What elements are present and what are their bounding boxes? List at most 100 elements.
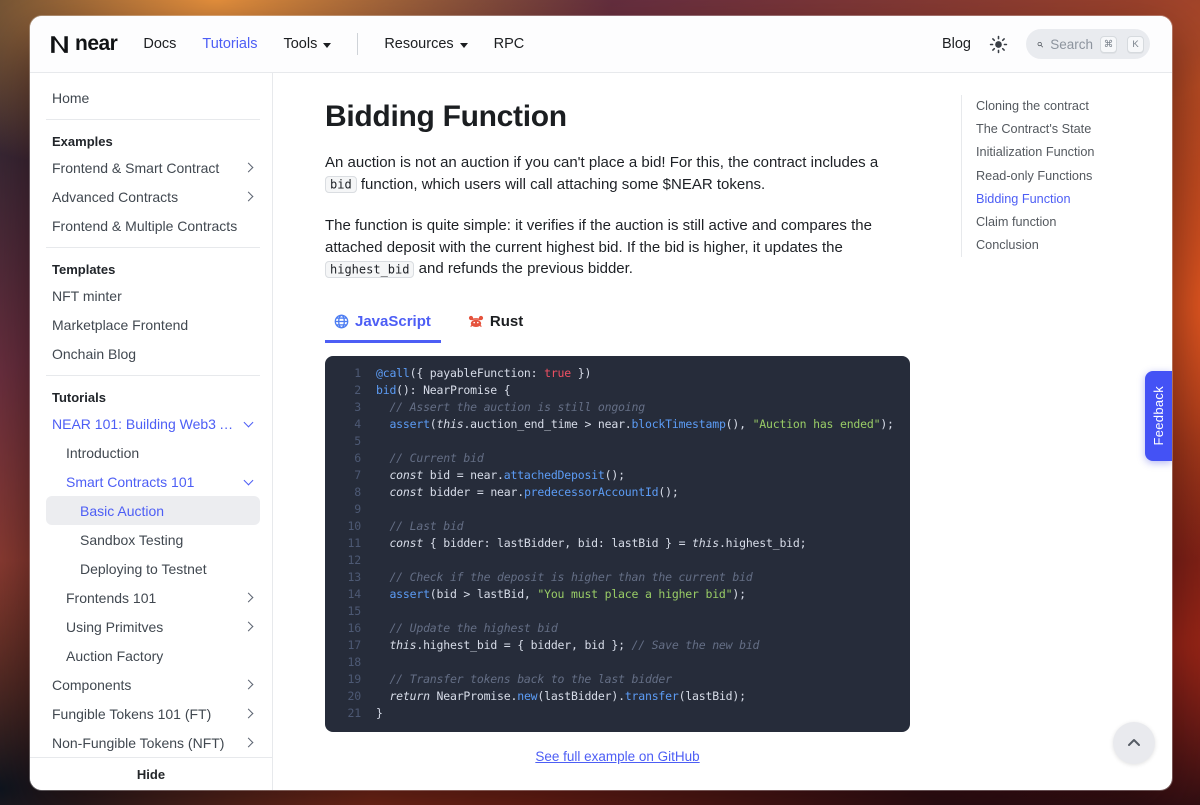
- nav-links-right-group: Resources RPC: [384, 36, 524, 52]
- code-block: 1@call({ payableFunction: true })2bid():…: [325, 356, 910, 732]
- code-line: 20 return NearPromise.new(lastBidder).tr…: [325, 688, 910, 705]
- line-number: 5: [325, 433, 361, 450]
- chevron-right-icon: [244, 709, 254, 719]
- line-number: 10: [325, 518, 361, 535]
- sidebar-item-near-101-building-web3-apps[interactable]: NEAR 101: Building Web3 Apps: [46, 409, 260, 438]
- code-line: 15: [325, 603, 910, 620]
- sidebar-item-auction-factory[interactable]: Auction Factory: [46, 641, 260, 670]
- inline-code: highest_bid: [325, 261, 414, 278]
- chevron-down-icon: [323, 43, 331, 48]
- sidebar-item-non-fungible-tokens-nft[interactable]: Non-Fungible Tokens (NFT): [46, 728, 260, 757]
- chevron-up-icon: [1126, 735, 1142, 751]
- sidebar-item-deploying-to-testnet[interactable]: Deploying to Testnet: [46, 554, 260, 583]
- sidebar-item-label: Using Primitves: [66, 619, 237, 635]
- code-line: 10 // Last bid: [325, 518, 910, 535]
- code-line-content: @call({ payableFunction: true }): [361, 365, 591, 382]
- sidebar-item-marketplace-frontend[interactable]: Marketplace Frontend: [46, 310, 260, 339]
- line-number: 4: [325, 416, 361, 433]
- sidebar-section-tutorials: Tutorials: [46, 383, 260, 409]
- line-number: 12: [325, 552, 361, 569]
- nav-item-tutorials[interactable]: Tutorials: [202, 36, 257, 52]
- nav-item-blog[interactable]: Blog: [942, 36, 971, 52]
- code-line-content: assert(this.auction_end_time > near.bloc…: [361, 416, 894, 433]
- toc-item-read-only-functions[interactable]: Read-only Functions: [976, 165, 1154, 188]
- search-input[interactable]: Search ⌘ K: [1026, 29, 1150, 59]
- nav-item-docs[interactable]: Docs: [143, 36, 176, 52]
- sidebar-section-templates: Templates: [46, 255, 260, 281]
- tab-rust[interactable]: Rust: [459, 307, 533, 343]
- toc-item-conclusion[interactable]: Conclusion: [976, 234, 1154, 257]
- code-line-content: }: [361, 705, 383, 722]
- code-line-content: // Assert the auction is still ongoing: [361, 399, 645, 416]
- scroll-to-top-button[interactable]: [1113, 722, 1155, 764]
- chevron-right-icon: [244, 192, 254, 202]
- sidebar-hide-button[interactable]: Hide: [30, 757, 272, 790]
- chevron-down-icon: [244, 475, 254, 485]
- sidebar-item-label: Smart Contracts 101: [66, 474, 237, 490]
- code-line-content: [361, 654, 376, 671]
- toc-item-claim-function[interactable]: Claim function: [976, 211, 1154, 234]
- sidebar-item-introduction[interactable]: Introduction: [46, 438, 260, 467]
- code-line-content: // Current bid: [361, 450, 484, 467]
- sidebar-item-label: Frontends 101: [66, 590, 237, 606]
- sidebar-item-home[interactable]: Home: [46, 83, 260, 112]
- near-logo[interactable]: near: [50, 32, 117, 56]
- line-number: 2: [325, 382, 361, 399]
- code-line-content: // Check if the deposit is higher than t…: [361, 569, 753, 586]
- line-number: 3: [325, 399, 361, 416]
- code-line-content: [361, 552, 376, 569]
- feedback-button[interactable]: Feedback: [1145, 371, 1172, 461]
- code-language-tabs: JavaScript Rust: [325, 307, 910, 343]
- sidebar-item-smart-contracts-101[interactable]: Smart Contracts 101: [46, 467, 260, 496]
- window-body: HomeExamplesFrontend & Smart ContractAdv…: [30, 73, 1172, 790]
- chevron-down-icon: [460, 43, 468, 48]
- sidebar-item-sandbox-testing[interactable]: Sandbox Testing: [46, 525, 260, 554]
- near-logo-text: near: [75, 32, 117, 56]
- sidebar-item-components[interactable]: Components: [46, 670, 260, 699]
- line-number: 20: [325, 688, 361, 705]
- sidebar-item-basic-auction[interactable]: Basic Auction: [46, 496, 260, 525]
- near-logo-icon: [50, 35, 69, 54]
- code-line-content: return NearPromise.new(lastBidder).trans…: [361, 688, 746, 705]
- sidebar-item-frontends-101[interactable]: Frontends 101: [46, 583, 260, 612]
- sidebar-item-frontend-multiple-contracts[interactable]: Frontend & Multiple Contracts: [46, 211, 260, 240]
- code-line: 12: [325, 552, 910, 569]
- nav-item-resources[interactable]: Resources: [384, 36, 467, 52]
- line-number: 9: [325, 501, 361, 518]
- code-line-content: // Last bid: [361, 518, 463, 535]
- github-example-link[interactable]: See full example on GitHub: [325, 749, 910, 764]
- paragraph-2: The function is quite simple: it verifie…: [325, 215, 910, 281]
- code-line: 21}: [325, 705, 910, 722]
- sidebar-item-nft-minter[interactable]: NFT minter: [46, 281, 260, 310]
- line-number: 16: [325, 620, 361, 637]
- code-line: 16 // Update the highest bid: [325, 620, 910, 637]
- sidebar-item-using-primitves[interactable]: Using Primitves: [46, 612, 260, 641]
- nav-item-tools[interactable]: Tools: [283, 36, 331, 52]
- nav-divider: [357, 33, 358, 55]
- sidebar-item-label: Fungible Tokens 101 (FT): [52, 706, 237, 722]
- code-line-content: [361, 501, 376, 518]
- nav-right-cluster: Blog Search ⌘ K: [942, 29, 1150, 59]
- tab-javascript[interactable]: JavaScript: [325, 307, 441, 343]
- toc-item-initialization-function[interactable]: Initialization Function: [976, 141, 1154, 164]
- toc-item-bidding-function[interactable]: Bidding Function: [976, 188, 1154, 211]
- line-number: 11: [325, 535, 361, 552]
- sidebar-item-onchain-blog[interactable]: Onchain Blog: [46, 339, 260, 368]
- sidebar-item-advanced-contracts[interactable]: Advanced Contracts: [46, 182, 260, 211]
- sidebar-item-label: Introduction: [66, 445, 252, 461]
- sidebar-item-frontend-smart-contract[interactable]: Frontend & Smart Contract: [46, 153, 260, 182]
- nav-item-rpc[interactable]: RPC: [494, 36, 525, 52]
- toc-item-cloning-the-contract[interactable]: Cloning the contract: [976, 95, 1154, 118]
- light-mode-toggle[interactable]: [989, 35, 1008, 54]
- code-line: 4 assert(this.auction_end_time > near.bl…: [325, 416, 910, 433]
- sidebar-divider: [46, 375, 260, 376]
- code-line: 3 // Assert the auction is still ongoing: [325, 399, 910, 416]
- sidebar-item-fungible-tokens-101-ft[interactable]: Fungible Tokens 101 (FT): [46, 699, 260, 728]
- code-line: 11 const { bidder: lastBidder, bid: last…: [325, 535, 910, 552]
- toc-item-the-contract-s-state[interactable]: The Contract's State: [976, 118, 1154, 141]
- sidebar: HomeExamplesFrontend & Smart ContractAdv…: [30, 73, 273, 790]
- code-line: 18: [325, 654, 910, 671]
- chevron-right-icon: [244, 622, 254, 632]
- feedback-label: Feedback: [1151, 386, 1166, 446]
- line-number: 15: [325, 603, 361, 620]
